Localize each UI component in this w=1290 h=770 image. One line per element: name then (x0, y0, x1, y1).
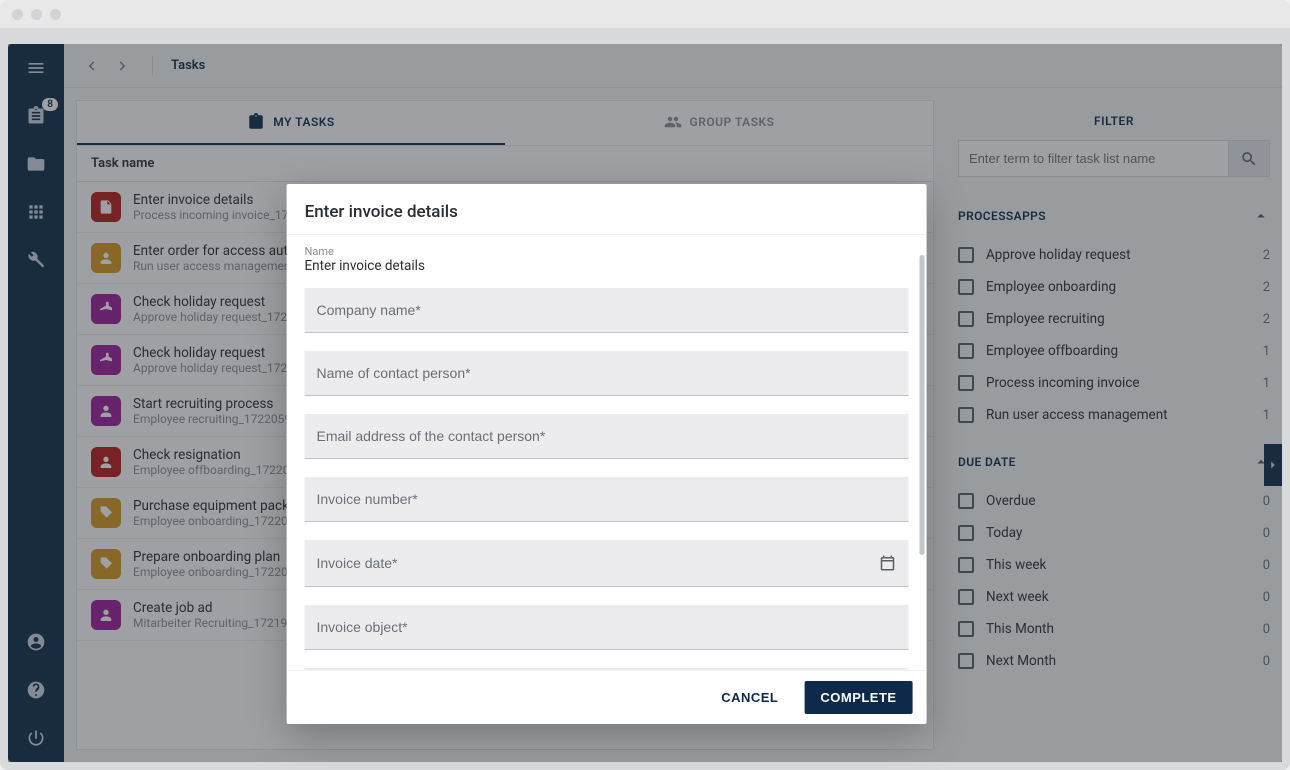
contact-field[interactable] (305, 351, 909, 396)
invoice-date-input[interactable] (317, 555, 871, 571)
invoice-object-input[interactable] (317, 619, 897, 635)
window-min-dot[interactable] (31, 9, 42, 20)
contact-input[interactable] (317, 365, 897, 381)
dialog-footer: CANCEL COMPLETE (287, 670, 927, 724)
dialog-meta-value: Enter invoice details (305, 258, 909, 274)
email-field[interactable] (305, 414, 909, 459)
invoice-object-field[interactable] (305, 605, 909, 650)
dialog-scrollbar[interactable] (920, 255, 925, 555)
window-max-dot[interactable] (50, 9, 61, 20)
company-field[interactable] (305, 288, 909, 333)
cancel-button[interactable]: CANCEL (711, 682, 788, 713)
email-input[interactable] (317, 428, 897, 444)
invoice-amount-field[interactable] (305, 668, 909, 670)
window-title-bar (0, 0, 1290, 28)
complete-button[interactable]: COMPLETE (804, 681, 912, 714)
dialog-meta-label: Name (305, 245, 909, 258)
window-close-dot[interactable] (12, 9, 23, 20)
invoice-date-field[interactable] (305, 540, 909, 587)
company-input[interactable] (317, 302, 897, 318)
invoice-number-field[interactable] (305, 477, 909, 522)
calendar-icon[interactable] (879, 554, 897, 572)
dialog-title: Enter invoice details (287, 184, 927, 235)
dialog-body: Name Enter invoice details (287, 235, 927, 670)
invoice-number-input[interactable] (317, 491, 897, 507)
invoice-dialog: Enter invoice details Name Enter invoice… (287, 184, 927, 724)
modal-overlay[interactable]: Enter invoice details Name Enter invoice… (8, 44, 1282, 762)
app-window: 8 (0, 0, 1290, 770)
